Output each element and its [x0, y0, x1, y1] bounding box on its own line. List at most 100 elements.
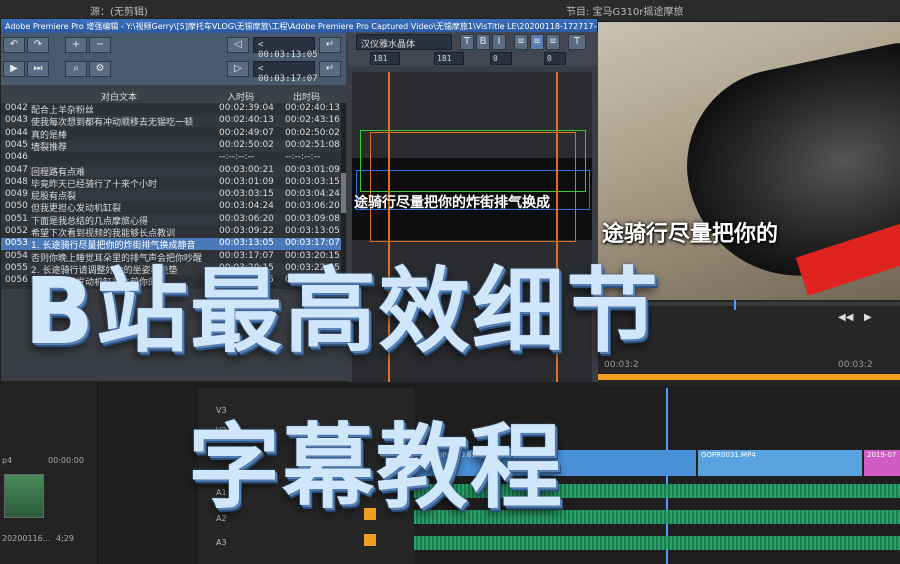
row-out-time: 00:03:17:07	[285, 238, 340, 249]
row-number: 0047	[5, 164, 28, 175]
row-text: 使我每次想到都有冲动顺移去无锡吃一顿	[31, 118, 194, 129]
row-text: 1. 长途骑行尽量把你的炸街排气换成静音	[31, 241, 196, 252]
program-monitor-title[interactable]: 节目: 宝马G310r摇途摩旅	[566, 3, 684, 18]
row-out-time: 00:03:03:15	[285, 176, 340, 187]
timeline-clip-2[interactable]: GOPR0031.MP4	[698, 450, 862, 476]
text-tool-icon[interactable]: T	[568, 34, 586, 50]
row-out-time: --:--:--:--	[285, 152, 321, 163]
search-icon[interactable]: ⌕	[65, 61, 87, 77]
row-out-time: 00:02:43:16	[285, 115, 340, 126]
column-text[interactable]: 对白文本	[101, 90, 137, 103]
row-number: 0050	[5, 201, 28, 212]
row-text: 真的是棒	[31, 130, 68, 141]
row-out-time: 00:03:01:09	[285, 164, 340, 175]
audio-clip-a3[interactable]	[414, 536, 900, 550]
project-item-name[interactable]: 20200116...	[2, 534, 50, 543]
row-in-time: --:--:--:--	[219, 152, 255, 163]
mark-in-icon[interactable]: ◁	[227, 37, 249, 53]
row-number: 0042	[5, 103, 28, 113]
table-row[interactable]: 0048 毕竟昨天已经骑行了十来个小时 00:03:01:09 00:03:03:15	[1, 176, 346, 190]
track-label-a3[interactable]: A3	[216, 538, 227, 547]
mark-out-icon[interactable]: ▷	[227, 61, 249, 77]
project-duration: 00:00:00	[48, 456, 84, 465]
row-number: 0053	[5, 238, 28, 249]
row-number: 0051	[5, 213, 28, 224]
table-row[interactable]: 0053 1. 长途骑行尽量把你的炸街排气换成静音 00:03:13:05 00:03…	[1, 238, 346, 252]
column-in[interactable]: 入时码	[227, 90, 254, 103]
table-row[interactable]: 0045 墙裂推荐 00:02:50:02 00:02:51:08	[1, 139, 346, 153]
table-row[interactable]: 0042 配合上羊杂粉丝 00:02:39:04 00:02:40:13	[1, 103, 346, 116]
table-row[interactable]: 0051 下面是我总结的几点摩旅心得 00:03:06:20 00:03:09:08	[1, 213, 346, 227]
italic-b-icon[interactable]: I	[492, 34, 506, 50]
table-row[interactable]: 0049 屁股有点裂 00:03:03:15 00:03:04:24	[1, 189, 346, 202]
align-center-icon[interactable]: ≡	[530, 34, 544, 50]
project-item-duration: 4;29	[56, 534, 74, 543]
align-right-icon[interactable]: ≡	[546, 34, 560, 50]
row-in-time: 00:02:50:02	[219, 139, 274, 150]
row-text: 毕竟昨天已经骑行了十来个小时	[31, 179, 158, 190]
font-size-field-2[interactable]: 181	[434, 52, 464, 65]
table-row[interactable]: 0043 使我每次想到都有冲动顺移去无锡吃一顿 00:02:40:13 00:02:4…	[1, 115, 346, 129]
row-text: 配合上羊杂粉丝	[31, 106, 95, 116]
row-out-time: 00:03:09:08	[285, 213, 340, 224]
row-number: 0046	[5, 152, 28, 163]
settings-icon[interactable]: ⚙	[89, 61, 111, 77]
row-out-time: 00:02:51:08	[285, 139, 340, 150]
subtitle-tool-titlebar[interactable]: Adobe Premiere Pro 增强编辑 - Y:\视频Gerry\[5]…	[1, 19, 597, 33]
table-row[interactable]: 0052 希望下次看到视频的我能够长点教训 00:03:09:22 00:03:13:…	[1, 226, 346, 239]
table-row[interactable]: 0050 但我更担心发动机缸裂 00:03:04:24 00:03:06:20	[1, 201, 346, 215]
leading-field[interactable]: 0	[544, 52, 566, 65]
timeline-clip-3[interactable]: 2019-07	[864, 450, 900, 476]
step-icon[interactable]: ⏭	[27, 61, 49, 77]
bold-icon[interactable]: B	[476, 34, 490, 50]
play-icon[interactable]: ▶	[3, 61, 25, 77]
play-icon[interactable]: ▶	[864, 312, 872, 323]
project-clip-label: p4	[2, 456, 13, 465]
apply-in-icon[interactable]: ↵	[319, 37, 341, 53]
clip-thumbnail[interactable]	[4, 474, 44, 518]
row-out-time: 00:03:13:05	[285, 226, 340, 236]
work-area-bar[interactable]	[598, 374, 900, 380]
step-back-icon[interactable]: ◀◀	[838, 312, 853, 323]
table-row[interactable]: 0046 --:--:--:-- --:--:--:--	[1, 152, 346, 164]
track-toggle-a3[interactable]	[364, 534, 376, 546]
row-number: 0052	[5, 226, 28, 236]
add-icon[interactable]: +	[65, 37, 87, 53]
row-out-time: 00:03:04:24	[285, 189, 340, 200]
table-row[interactable]: 0044 真的是棒 00:02:49:07 00:02:50:02	[1, 128, 346, 141]
italic-icon[interactable]: T	[460, 34, 474, 50]
row-text: 墙裂推荐	[31, 142, 68, 153]
row-number: 0045	[5, 139, 28, 150]
spacing-field[interactable]: 0	[490, 52, 512, 65]
font-size-field[interactable]: 181	[370, 52, 400, 65]
editor-caption-preview[interactable]: 途骑行尽量把你的炸街排气换成	[354, 192, 594, 212]
row-in-time: 00:03:03:15	[219, 189, 274, 200]
source-monitor-title[interactable]: 源：(无剪辑)	[90, 3, 148, 18]
row-number: 0043	[5, 115, 28, 126]
row-number: 0049	[5, 189, 28, 200]
playhead-marker[interactable]	[734, 300, 736, 310]
row-in-time: 00:03:04:24	[219, 201, 274, 212]
timecode-out-field[interactable]: < 00:03:17:07	[253, 61, 318, 84]
overlay-title-line1: B站最高效细节	[24, 258, 661, 365]
row-text: 下面是我总结的几点摩旅心得	[31, 216, 149, 227]
row-text: 但我更担心发动机缸裂	[31, 204, 122, 215]
table-row[interactable]: 0047 回程路有点难 00:03:00:21 00:03:01:09	[1, 164, 346, 178]
align-left-icon[interactable]: ≡	[514, 34, 528, 50]
overlay-title-line2: 字幕教程	[188, 414, 565, 521]
row-in-time: 00:03:01:09	[219, 176, 274, 187]
row-text: 希望下次看到视频的我能够长点教训	[31, 229, 176, 239]
project-panel: p4 00:00:00 20200116... 4;29	[0, 382, 98, 564]
row-in-time: 00:03:00:21	[219, 164, 274, 175]
format-toolbar: 汉仪雅水晶体 T B I ≡ ≡ ≡ T 181 181 0 0	[348, 32, 598, 66]
remove-icon[interactable]: −	[89, 37, 111, 53]
apply-out-icon[interactable]: ↵	[319, 61, 341, 77]
scrollbar-thumb[interactable]	[341, 173, 346, 213]
redo-icon[interactable]: ↷	[27, 37, 49, 53]
font-select[interactable]: 汉仪雅水晶体	[356, 34, 452, 50]
row-in-time: 00:03:13:05	[219, 238, 274, 249]
column-out[interactable]: 出时码	[293, 90, 320, 103]
timecode-in-field[interactable]: < 00:03:13:05	[253, 37, 318, 60]
subtitle-toolbar: ↶ ↷ + − ▶ ⏭ ⌕ ⚙ ◁ < 00:03:13:05 ↵ ▷ < 00…	[1, 33, 346, 85]
undo-icon[interactable]: ↶	[3, 37, 25, 53]
